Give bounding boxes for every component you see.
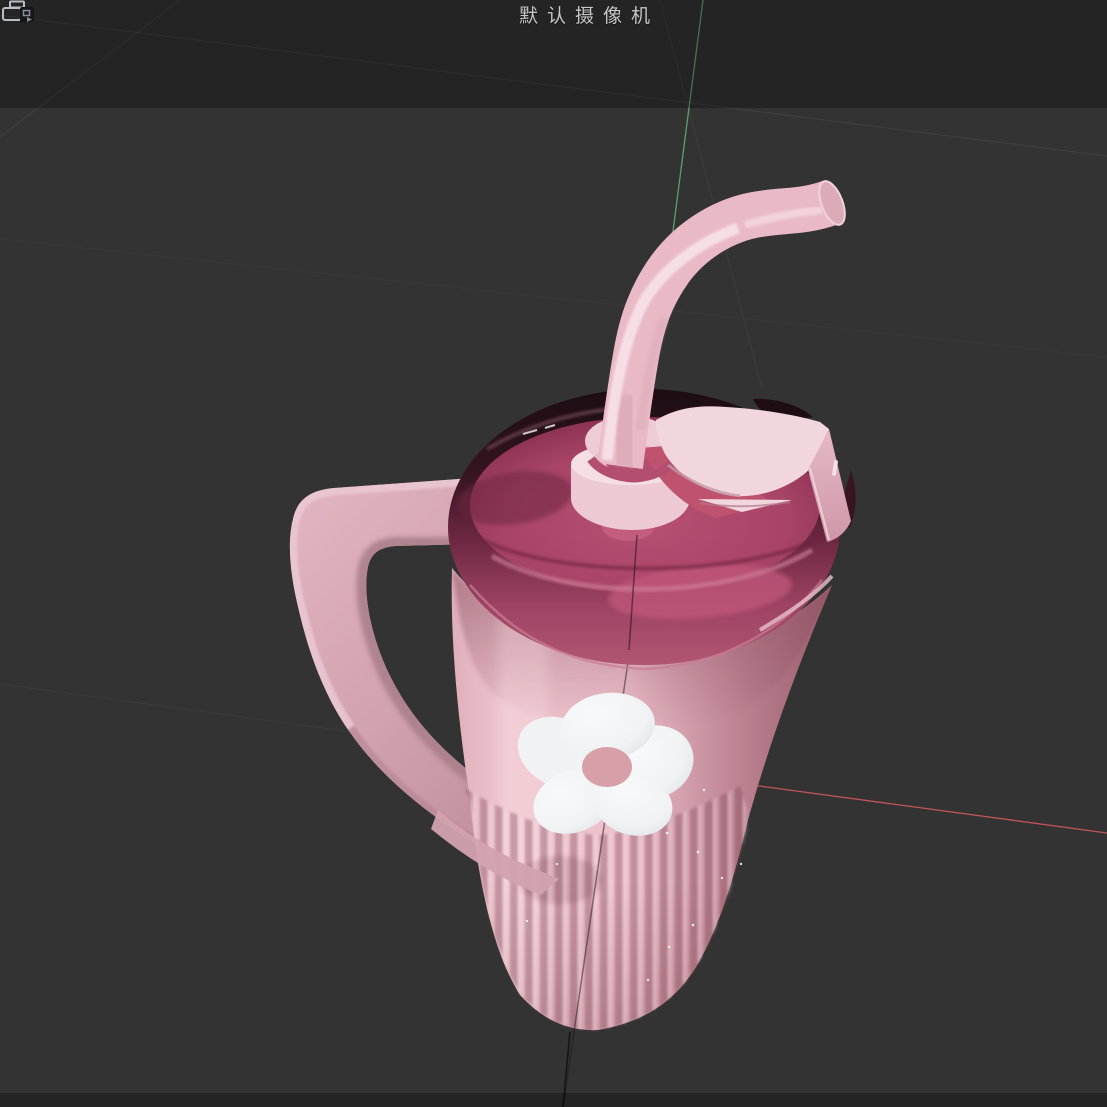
camera-name-label: 默认摄像机 bbox=[519, 1, 659, 28]
camera-icon-viewfinder bbox=[10, 2, 24, 8]
letterbox-bottom bbox=[0, 1093, 1107, 1107]
flower-center bbox=[582, 747, 632, 787]
viewport-3d[interactable]: 默认摄像机 bbox=[0, 0, 1107, 1107]
straw-base-shade bbox=[619, 395, 630, 466]
camera-icon[interactable] bbox=[0, 0, 36, 34]
scene-render bbox=[0, 0, 1107, 1107]
camera-icon-body bbox=[3, 8, 21, 20]
